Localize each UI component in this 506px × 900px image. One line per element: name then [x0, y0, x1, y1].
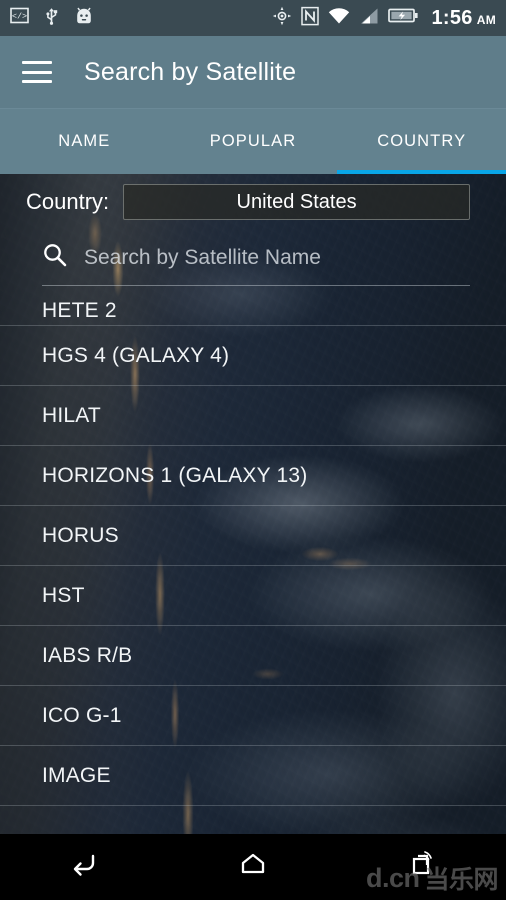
recent-apps-icon	[405, 849, 439, 886]
list-item[interactable]: HST	[0, 566, 506, 626]
satellite-name: HETE 2	[42, 299, 117, 322]
recent-apps-button[interactable]	[337, 834, 506, 900]
clock-time: 1:56	[431, 6, 473, 29]
list-item[interactable]: HETE 2	[0, 292, 506, 326]
tab-country[interactable]: COUNTRY	[337, 109, 506, 174]
tab-country-label: COUNTRY	[377, 132, 467, 150]
country-spinner[interactable]: United States	[123, 184, 470, 220]
status-bar-clock: 1:56 AM	[432, 7, 497, 30]
search-field	[42, 230, 470, 286]
system-navigation-bar: d.cn 当乐网	[0, 834, 506, 900]
list-item[interactable]: ICO G-1	[0, 686, 506, 746]
home-button[interactable]	[169, 834, 338, 900]
tab-popular[interactable]: POPULAR	[169, 109, 338, 174]
satellite-name: HILAT	[42, 403, 101, 427]
tab-bar: NAME POPULAR COUNTRY	[0, 108, 506, 174]
status-bar-right-icons: 1:56 AM	[272, 6, 497, 31]
satellite-name: HORUS	[42, 523, 119, 547]
app-root: </> 1:56 AM Search by Satellite NAME POP…	[0, 0, 506, 900]
list-item[interactable]: HORIZONS 1 (GALAXY 13)	[0, 446, 506, 506]
clock-ampm: AM	[476, 12, 496, 27]
search-icon	[42, 242, 68, 273]
home-icon	[237, 850, 269, 885]
tab-name[interactable]: NAME	[0, 109, 169, 174]
status-bar-left-icons: </>	[10, 6, 94, 30]
svg-text:</>: </>	[12, 11, 27, 21]
status-bar: </> 1:56 AM	[0, 0, 506, 36]
content-area: Country: United States HETE 2	[0, 174, 506, 834]
list-item[interactable]: IABS R/B	[0, 626, 506, 686]
country-spinner-value: United States	[236, 190, 357, 213]
gps-location-icon	[272, 6, 292, 31]
list-item[interactable]: HGS 4 (GALAXY 4)	[0, 326, 506, 386]
satellite-list[interactable]: HETE 2 HGS 4 (GALAXY 4) HILAT HORIZONS 1…	[0, 292, 506, 834]
satellite-name: HST	[42, 583, 85, 607]
usb-icon	[43, 6, 60, 30]
satellite-name: IMAGE	[42, 763, 111, 787]
list-item[interactable]: HORUS	[0, 506, 506, 566]
page-title: Search by Satellite	[84, 57, 297, 86]
list-item[interactable]: IMAGE	[0, 746, 506, 806]
developer-mode-icon: </>	[10, 6, 29, 30]
satellite-name: HORIZONS 1 (GALAXY 13)	[42, 463, 308, 487]
hamburger-menu-icon[interactable]	[22, 61, 52, 83]
android-head-icon	[74, 6, 94, 30]
app-bar: Search by Satellite	[0, 36, 506, 108]
list-item[interactable]: HILAT	[0, 386, 506, 446]
satellite-name: IABS R/B	[42, 643, 133, 667]
tab-name-label: NAME	[58, 132, 111, 150]
battery-charging-icon	[387, 7, 418, 29]
wifi-icon	[328, 7, 350, 30]
satellite-name: ICO G-1	[42, 703, 122, 727]
cell-signal-icon	[359, 7, 379, 30]
back-arrow-icon	[67, 850, 101, 885]
country-label: Country:	[26, 189, 110, 214]
satellite-name: HGS 4 (GALAXY 4)	[42, 343, 230, 367]
back-button[interactable]	[0, 834, 169, 900]
tab-popular-label: POPULAR	[209, 132, 297, 150]
country-filter-row: Country: United States	[0, 174, 506, 230]
nfc-icon	[300, 6, 319, 31]
search-input[interactable]	[84, 245, 470, 270]
